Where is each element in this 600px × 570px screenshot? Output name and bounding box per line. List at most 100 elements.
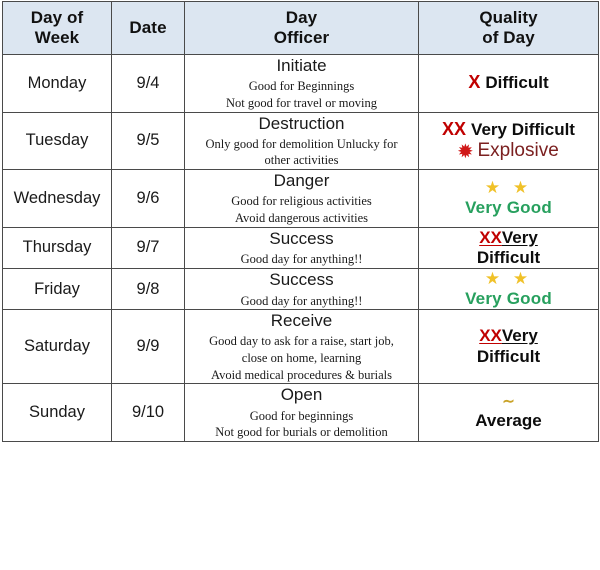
description-line: Good for beginnings: [249, 408, 354, 423]
xx-mark-icon: XX: [479, 227, 502, 247]
header-line-2: Officer: [273, 28, 330, 47]
officer-title: Destruction: [258, 113, 345, 133]
quality-label-line-1: Very: [501, 326, 538, 346]
header-line-1: Day: [285, 7, 318, 27]
cell-day-of-week: Monday: [2, 54, 112, 113]
table-header: Day of Week Date Day Officer Quality of …: [2, 1, 599, 55]
officer-description: Good for Beginnings Not good for travel …: [185, 78, 418, 111]
description-line: Only good for demolition Unlucky for: [205, 136, 398, 151]
header-line-2: of Day: [482, 28, 535, 47]
cell-day-of-week: Friday: [2, 268, 112, 311]
description-line: Good day for anything!!: [240, 293, 363, 308]
description-line: Not good for travel or moving: [225, 95, 377, 110]
cell-day-officer: Initiate Good for Beginnings Not good fo…: [184, 54, 419, 113]
header-line-1: Quality: [479, 7, 538, 27]
officer-title: Danger: [273, 171, 330, 190]
description-line: Not good for burials or demolition: [215, 425, 388, 440]
cell-day-of-week: Thursday: [2, 226, 112, 270]
column-header-day-officer: Day Officer: [184, 1, 419, 55]
officer-title: Open: [280, 385, 323, 405]
quality-label: Difficult: [485, 73, 549, 93]
quality-label-line-2: Difficult: [476, 247, 541, 267]
quality-label: Very Good: [465, 198, 552, 218]
officer-title: Receive: [270, 311, 333, 331]
description-line: Avoid medical procedures & burials: [211, 367, 392, 382]
officer-title: Success: [269, 270, 334, 290]
quality-label-line-1: Very: [501, 227, 538, 247]
starburst-icon: ✹: [458, 142, 473, 162]
x-mark-icon: X: [468, 72, 481, 93]
description-line: close on home, learning: [241, 351, 362, 366]
xx-mark-icon: XX: [442, 118, 467, 139]
description-line: Good for religious activities: [231, 194, 372, 209]
cell-quality-of-day: ∼ Average: [418, 383, 599, 442]
tilde-icon: ∼: [502, 393, 515, 411]
star-rating-icon: ★ ★: [484, 178, 533, 198]
cell-quality-of-day: ★ ★ Very Good: [418, 268, 599, 311]
cell-date: 9/7: [111, 226, 185, 270]
officer-description: Good for religious activities Avoid dang…: [185, 193, 418, 226]
header-row: Day of Week Date Day Officer Quality of …: [2, 1, 599, 55]
table-row: Saturday 9/9 Receive Good day to ask for…: [2, 309, 599, 385]
officer-title: Success: [269, 228, 334, 248]
xx-mark-icon: XX: [479, 326, 502, 346]
officer-description: Good for beginnings Not good for burials…: [185, 408, 418, 441]
table-row: Sunday 9/10 Open Good for beginnings Not…: [2, 383, 599, 442]
description-line: Good day to ask for a raise, start job,: [209, 334, 394, 349]
cell-quality-of-day: ★ ★ Very Good: [418, 169, 599, 228]
cell-day-officer: Destruction Only good for demolition Unl…: [184, 111, 419, 170]
officer-title: Initiate: [276, 56, 327, 75]
cell-quality-of-day: XXVery Difficult: [418, 226, 599, 270]
quality-secondary-label: Explosive: [477, 140, 559, 162]
table-row: Friday 9/8 Success Good day for anything…: [2, 268, 599, 311]
cell-date: 9/9: [111, 309, 185, 385]
cell-day-of-week: Wednesday: [2, 169, 112, 228]
cell-day-officer: Receive Good day to ask for a raise, sta…: [184, 309, 419, 385]
quality-badge: XXVery: [419, 228, 598, 248]
quality-label: Very Difficult: [471, 119, 575, 139]
header-line-1: Date: [129, 17, 167, 37]
cell-date: 9/4: [111, 54, 185, 113]
quality-label: Average: [475, 410, 542, 430]
officer-description: Good day for anything!!: [185, 293, 418, 310]
cell-day-officer: Open Good for beginnings Not good for bu…: [184, 383, 419, 442]
officer-description: Good day for anything!!: [185, 251, 418, 268]
officer-description: Good day to ask for a raise, start job, …: [185, 333, 418, 383]
cell-date: 9/8: [111, 268, 185, 311]
star-rating-icon: ★ ★: [484, 269, 533, 289]
cell-quality-of-day: XXVery Difficult: [418, 309, 599, 385]
cell-day-officer: Danger Good for religious activities Avo…: [184, 169, 419, 228]
cell-day-of-week: Tuesday: [2, 111, 112, 170]
description-line: Avoid dangerous activities: [234, 210, 369, 225]
quality-badge-second-line: Difficult: [419, 347, 598, 367]
cell-date: 9/6: [111, 169, 185, 228]
officer-description: Only good for demolition Unlucky for oth…: [185, 136, 418, 169]
day-quality-table: Day of Week Date Day Officer Quality of …: [2, 1, 599, 442]
header-line-1: Day of: [30, 7, 84, 27]
quality-badge: X Difficult: [419, 72, 598, 94]
table-row: Wednesday 9/6 Danger Good for religious …: [2, 169, 599, 228]
cell-day-officer: Success Good day for anything!!: [184, 268, 419, 311]
column-header-quality-of-day: Quality of Day: [418, 1, 599, 55]
table-body: Monday 9/4 Initiate Good for Beginnings …: [2, 54, 599, 442]
description-line: other activities: [264, 153, 339, 168]
cell-date: 9/5: [111, 111, 185, 170]
column-header-date: Date: [111, 1, 185, 55]
table-row: Monday 9/4 Initiate Good for Beginnings …: [2, 54, 599, 113]
cell-quality-of-day: X Difficult: [418, 54, 599, 113]
quality-label: Very Good: [465, 288, 552, 308]
quality-badge: XXVery: [419, 326, 598, 346]
cell-day-of-week: Sunday: [2, 383, 112, 442]
cell-quality-of-day: XX Very Difficult ✹ Explosive: [418, 111, 599, 170]
description-line: Good for Beginnings: [248, 79, 355, 94]
column-header-day-of-week: Day of Week: [2, 1, 112, 55]
cell-day-of-week: Saturday: [2, 309, 112, 385]
quality-label-line-2: Difficult: [476, 346, 541, 366]
quality-badge-second-line: Difficult: [419, 248, 598, 268]
description-line: Good day for anything!!: [240, 252, 363, 267]
quality-secondary: ✹ Explosive: [419, 140, 598, 163]
table-row: Tuesday 9/5 Destruction Only good for de…: [2, 111, 599, 170]
cell-day-officer: Success Good day for anything!!: [184, 226, 419, 270]
quality-badge: XX Very Difficult: [419, 119, 598, 141]
cell-date: 9/10: [111, 383, 185, 442]
